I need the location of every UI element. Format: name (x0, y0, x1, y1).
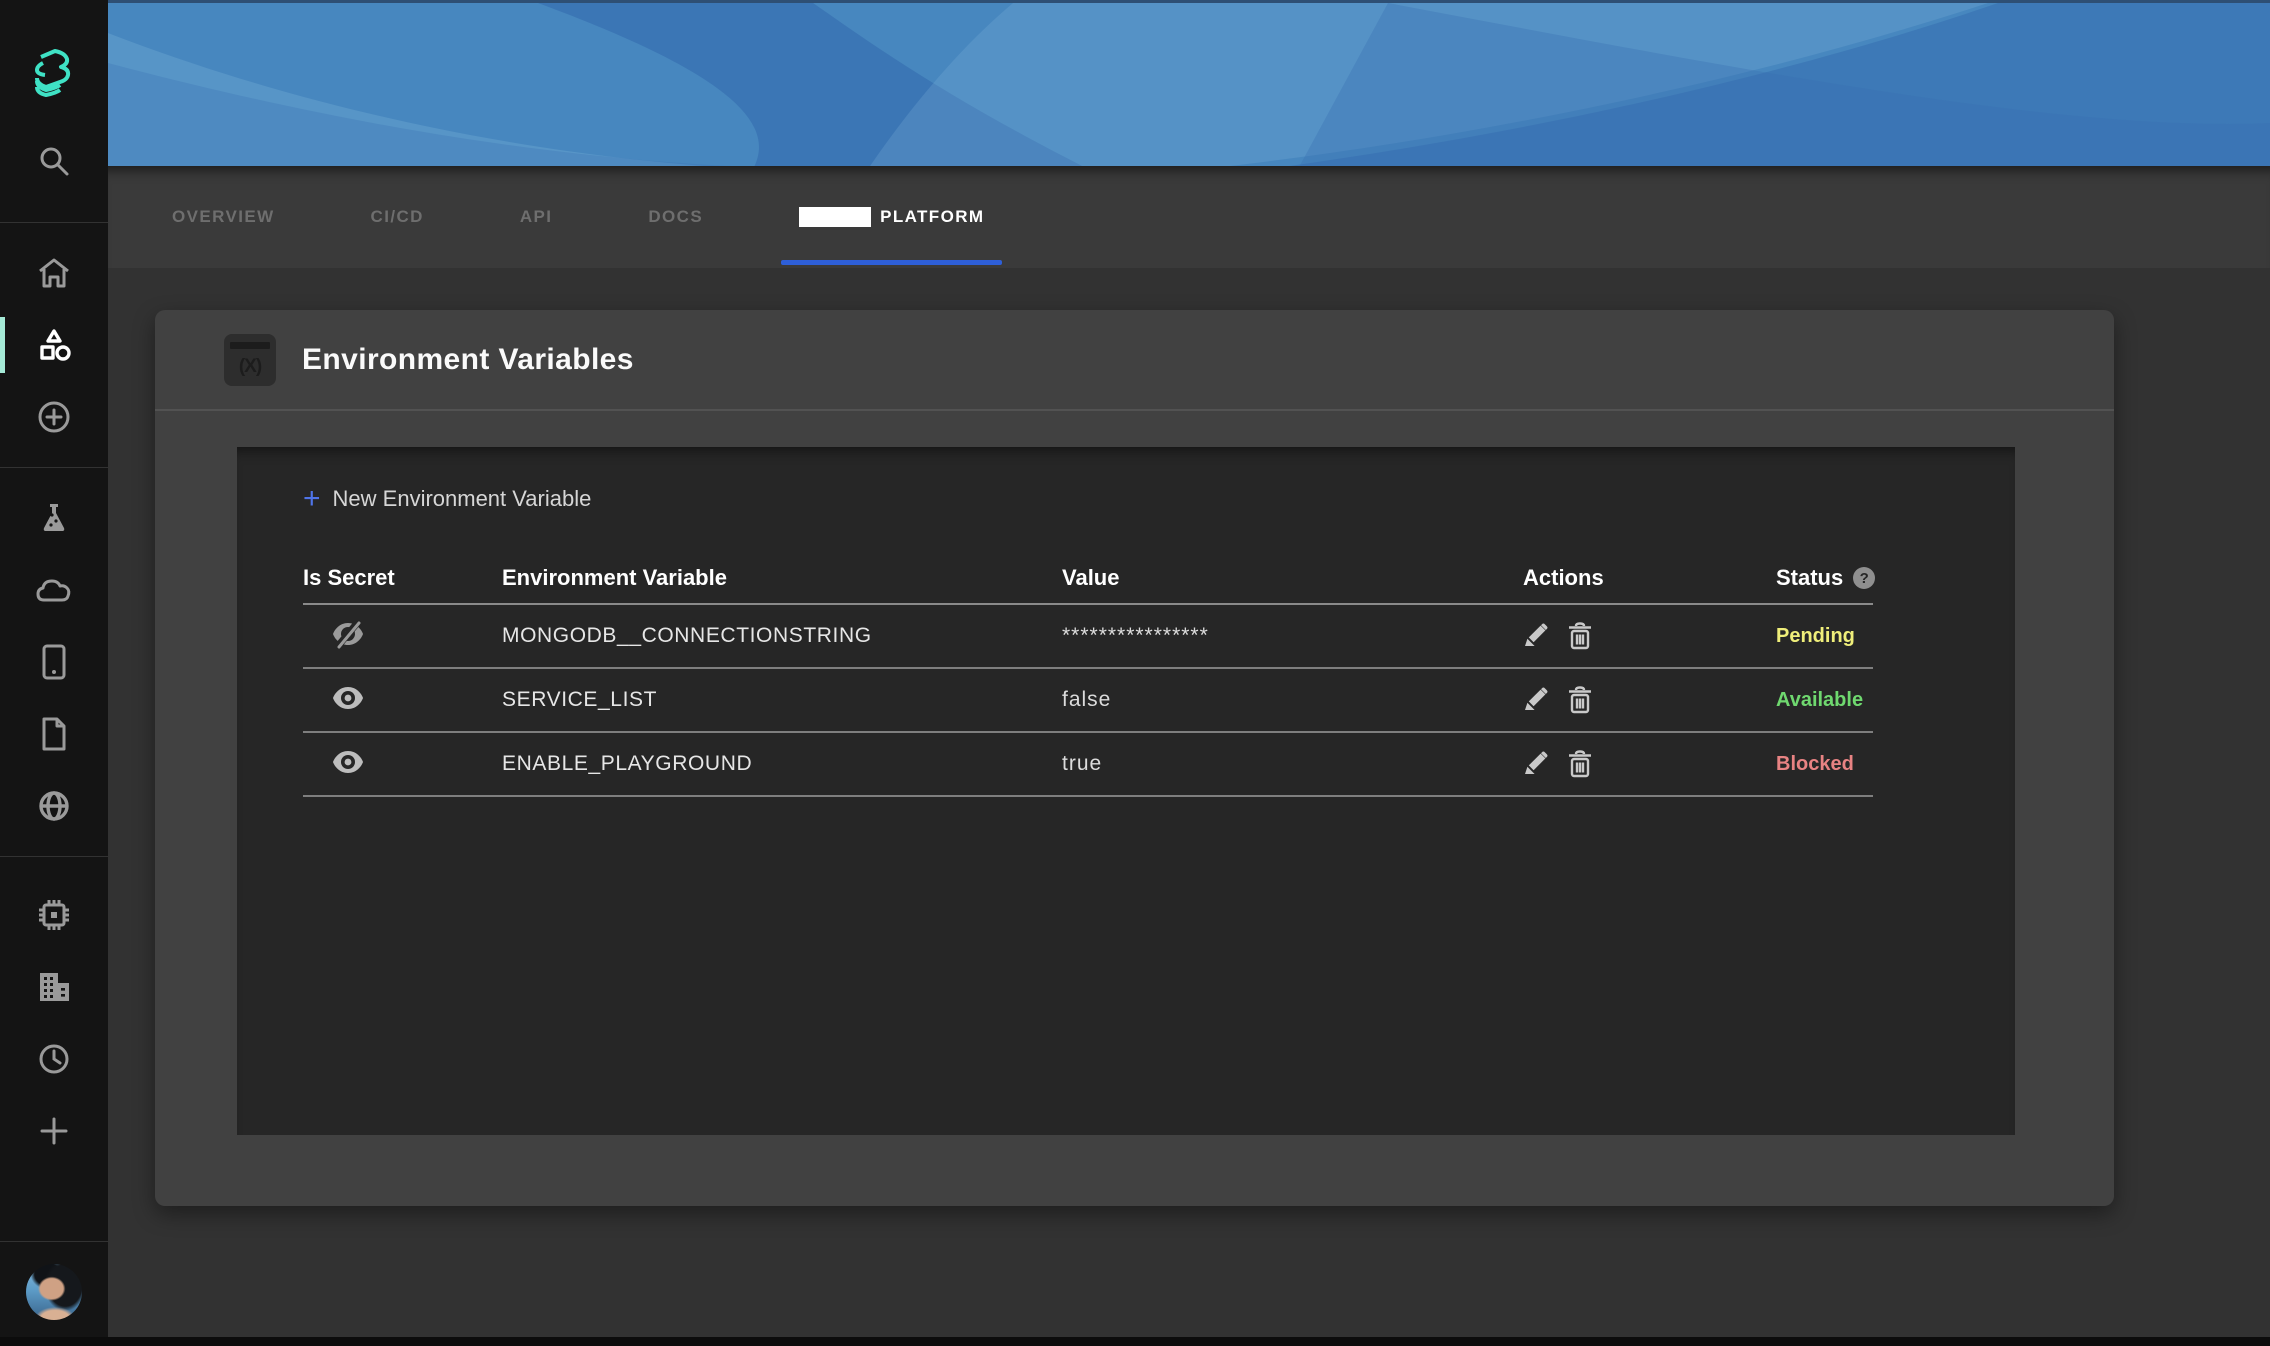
col-header-status: Status ? (1776, 565, 1875, 591)
env-variables-table: Is Secret Environment Variable Value Act… (303, 553, 1873, 797)
env-variables-icon: (X) (224, 334, 276, 386)
env-var-name: SERVICE_LIST (502, 688, 1062, 712)
sidebar-divider (0, 856, 108, 857)
card-header: (X) Environment Variables (155, 310, 2114, 411)
redacted-brand-box (799, 207, 871, 227)
card-title: Environment Variables (302, 343, 634, 377)
status-badge: Available (1776, 689, 1873, 712)
edit-icon[interactable] (1523, 686, 1549, 714)
plus-icon: + (303, 484, 321, 514)
tab-label: PLATFORM (880, 207, 984, 227)
home-icon[interactable] (0, 237, 108, 309)
delete-icon[interactable] (1567, 686, 1593, 714)
tab-platform[interactable]: PLATFORM (799, 166, 984, 268)
add-circle-icon[interactable] (0, 381, 108, 453)
sidebar-divider (0, 467, 108, 468)
eye-off-icon[interactable] (331, 619, 365, 649)
user-avatar[interactable] (26, 1264, 82, 1320)
col-header-is-secret: Is Secret (303, 565, 502, 591)
building-icon[interactable] (0, 951, 108, 1023)
tab-api[interactable]: API (520, 166, 553, 268)
document-icon[interactable] (0, 698, 108, 770)
bottom-edge-bar (0, 1337, 2270, 1346)
app-logo-icon[interactable] (0, 28, 108, 118)
env-var-value: true (1062, 752, 1523, 776)
delete-icon[interactable] (1567, 622, 1593, 650)
environment-variables-card: (X) Environment Variables + New Environm… (155, 310, 2114, 1206)
env-var-name: ENABLE_PLAYGROUND (502, 752, 1062, 776)
tab-overview[interactable]: OVERVIEW (172, 166, 275, 268)
col-header-name: Environment Variable (502, 565, 1062, 591)
flask-icon[interactable] (0, 482, 108, 554)
delete-icon[interactable] (1567, 750, 1593, 778)
env-var-value: **************** (1062, 624, 1523, 648)
tab-docs[interactable]: DOCS (648, 166, 703, 268)
table-row: ENABLE_PLAYGROUND true Blocked (303, 733, 1873, 797)
tab-label: OVERVIEW (172, 207, 275, 227)
clock-icon[interactable] (0, 1023, 108, 1095)
chip-icon[interactable] (0, 879, 108, 951)
help-icon[interactable]: ? (1853, 567, 1875, 589)
status-badge: Blocked (1776, 753, 1873, 776)
tab-label: API (520, 207, 553, 227)
search-icon[interactable] (0, 118, 108, 204)
variables-panel: + New Environment Variable Is Secret Env… (237, 447, 2015, 1135)
tab-bar: OVERVIEW CI/CD API DOCS PLATFORM (108, 166, 2270, 268)
page-content: (X) Environment Variables + New Environm… (108, 268, 2270, 1346)
sidebar-divider (0, 222, 108, 223)
sidebar (0, 0, 108, 1346)
eye-icon[interactable] (331, 749, 365, 775)
add-icon[interactable] (0, 1095, 108, 1167)
cloud-icon[interactable] (0, 554, 108, 626)
edit-icon[interactable] (1523, 622, 1549, 650)
edit-icon[interactable] (1523, 750, 1549, 778)
tab-label: DOCS (648, 207, 703, 227)
globe-icon[interactable] (0, 770, 108, 842)
sidebar-item-shapes[interactable] (0, 309, 108, 381)
table-header-row: Is Secret Environment Variable Value Act… (303, 553, 1873, 605)
mobile-icon[interactable] (0, 626, 108, 698)
env-var-value: false (1062, 688, 1523, 712)
col-header-actions: Actions (1523, 565, 1776, 591)
app-window: OVERVIEW CI/CD API DOCS PLATFORM (X) Env… (0, 0, 2270, 1346)
hero-banner (108, 0, 2270, 166)
tab-label: CI/CD (371, 207, 424, 227)
status-badge: Pending (1776, 625, 1873, 648)
env-var-name: MONGODB__CONNECTIONSTRING (502, 624, 1062, 648)
table-row: SERVICE_LIST false Available (303, 669, 1873, 733)
eye-icon[interactable] (331, 685, 365, 711)
table-body: MONGODB__CONNECTIONSTRING **************… (303, 605, 1873, 797)
col-header-value: Value (1062, 565, 1523, 591)
new-environment-variable-button[interactable]: + New Environment Variable (303, 483, 591, 515)
tab-cicd[interactable]: CI/CD (371, 166, 424, 268)
table-row: MONGODB__CONNECTIONSTRING **************… (303, 605, 1873, 669)
sidebar-divider (0, 1241, 108, 1242)
